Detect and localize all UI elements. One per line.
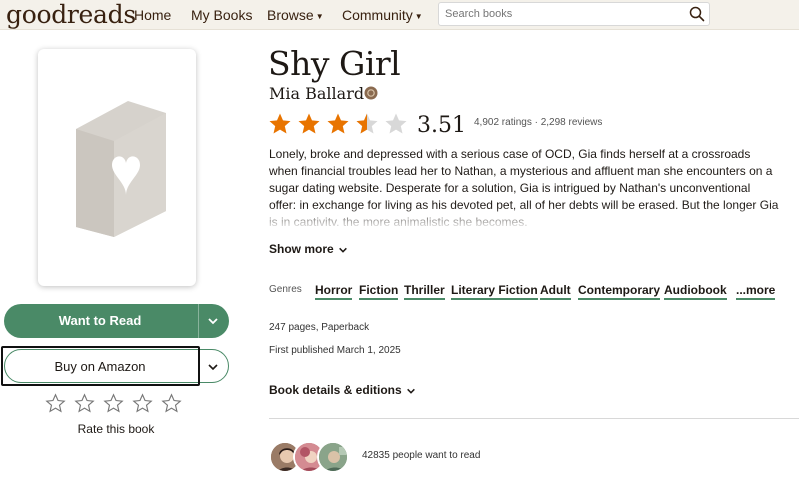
star-half-icon [356,113,378,134]
want-to-read-count: 42835 people want to read [362,450,481,461]
want-to-read-button[interactable]: Want to Read [4,304,229,338]
show-more-button[interactable]: Show more [269,242,348,256]
genre-horror[interactable]: Horror [315,283,353,300]
nav-browse[interactable]: Browse ▼ [267,7,324,23]
description-fade [269,206,779,228]
rate-star-1-icon[interactable] [45,393,66,414]
rate-star-5-icon[interactable] [161,393,182,414]
genres-label: Genres [269,284,302,295]
nav-my-books[interactable]: My Books [191,7,252,23]
rate-star-4-icon[interactable] [132,393,153,414]
book-cover-placeholder[interactable] [38,49,196,286]
star-full-icon [269,113,291,134]
average-rating-stars [268,112,408,136]
rate-star-2-icon[interactable] [74,393,95,414]
book-details-label: Book details & editions [269,383,402,397]
page-count-format: 247 pages, Paperback [269,322,370,333]
button-divider [198,304,199,338]
nav-browse-label: Browse [267,7,314,23]
book-title: Shy Girl [268,44,401,83]
genre-fiction[interactable]: Fiction [359,283,399,300]
chevron-down-icon[interactable] [207,315,219,330]
search-box [438,2,710,26]
genre-audiobook[interactable]: Audiobook [664,283,727,300]
avatar [317,441,349,473]
first-published-date: First published March 1, 2025 [269,345,401,356]
genre-thriller[interactable]: Thriller [404,283,445,300]
chevron-down-icon[interactable] [207,360,219,378]
genre-literary-fiction[interactable]: Literary Fiction [451,283,538,300]
genre-adult[interactable]: Adult [540,283,571,300]
genre-contemporary[interactable]: Contemporary [578,283,661,300]
chevron-down-icon [338,247,347,253]
average-rating-value: 3.51 [417,113,466,138]
caret-down-icon: ▼ [414,11,423,21]
goodreads-logo[interactable]: goodreads [6,0,136,29]
section-divider [269,418,799,419]
star-empty-icon [385,113,407,134]
nav-home[interactable]: Home [134,7,171,23]
genres-more-link[interactable]: ...more [736,283,776,300]
rate-stars [45,393,182,414]
show-more-label: Show more [269,242,334,256]
goodreads-author-badge-icon [364,86,378,105]
star-full-icon [298,113,320,134]
search-icon[interactable] [689,6,705,27]
book-heart-icon [76,101,166,237]
nav-community[interactable]: Community ▼ [342,7,423,23]
star-full-icon [327,113,349,134]
caret-down-icon: ▼ [315,11,324,21]
want-to-read-label: Want to Read [58,313,142,328]
book-details-editions-button[interactable]: Book details & editions [269,383,416,397]
rate-star-3-icon[interactable] [103,393,124,414]
top-nav-bar: goodreads Home My Books Browse ▼ Communit… [0,0,799,30]
chevron-down-icon [406,388,415,394]
focus-ring [1,346,200,386]
author-link[interactable]: Mia Ballard [269,84,364,103]
ratings-reviews-count[interactable]: 4,902 ratings · 2,298 reviews [474,117,602,128]
rate-this-book-label: Rate this book [77,422,155,436]
search-input[interactable] [439,3,669,25]
nav-community-label: Community [342,7,413,23]
